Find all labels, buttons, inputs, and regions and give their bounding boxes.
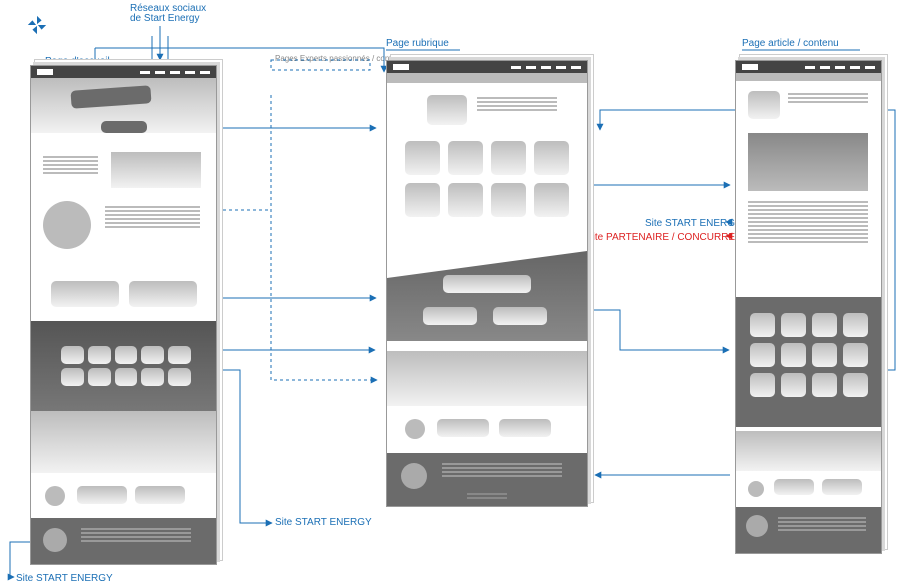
promo-button-2 xyxy=(129,281,197,307)
section-band xyxy=(387,251,587,341)
link-start-energy-3: Site START ENERGY xyxy=(16,573,113,583)
link-partner: Site PARTENAIRE / CONCURRENT xyxy=(586,232,748,243)
content-block-image xyxy=(111,152,201,188)
logo-icon xyxy=(26,14,48,36)
nav-placeholder xyxy=(140,71,210,74)
header-bar xyxy=(31,66,216,78)
article-hero-image xyxy=(748,133,868,191)
wireframe-article xyxy=(735,60,882,554)
logo-placeholder xyxy=(37,69,53,75)
article-title: Page article / contenu xyxy=(742,38,839,49)
link-start-energy-1: Site START ENERGY xyxy=(645,218,742,229)
content-circle xyxy=(43,201,91,249)
wireframe-homepage xyxy=(30,65,217,565)
wide-block xyxy=(31,411,216,473)
experts-label: Pages Experts passionnés / contact xyxy=(275,54,402,63)
link-start-energy-2: Site START ENERGY xyxy=(275,517,372,528)
hero-cta xyxy=(101,121,147,133)
promo-button-1 xyxy=(51,281,119,307)
wireframe-rubrique xyxy=(386,60,588,507)
card-grid xyxy=(405,141,569,217)
rubrique-title: Page rubrique xyxy=(386,38,449,49)
icon-grid xyxy=(61,346,191,386)
social-networks-label: Réseaux sociauxde Start Energy xyxy=(130,4,206,24)
article-text xyxy=(748,201,868,243)
